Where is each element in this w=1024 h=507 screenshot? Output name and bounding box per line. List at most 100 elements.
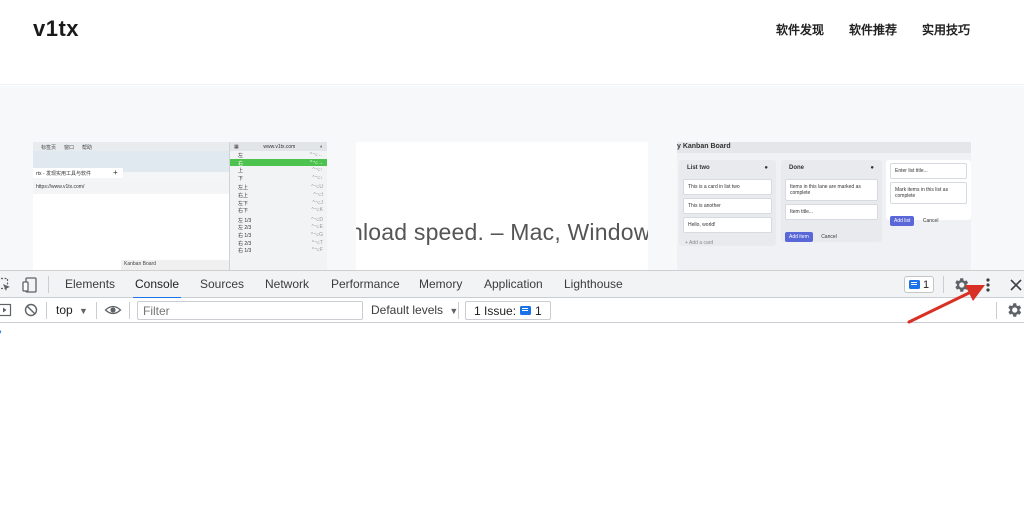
thumb-menu-item-shortcut: ^⌥→ — [309, 159, 323, 166]
nav-link-software-discovery[interactable]: 软件发现 — [776, 21, 824, 38]
kanban-lane: Done ● Items in this lane are marked as c… — [781, 160, 882, 242]
tab-lighthouse[interactable]: Lighthouse — [564, 271, 623, 298]
article-thumbnail-2[interactable]: nload speed. – Mac, Window — [356, 142, 648, 270]
issues-count: 1 — [535, 303, 542, 318]
thumb-menu-item: 左上 ^⌥U — [230, 183, 327, 191]
thumb-menu-item-shortcut: ^⌥G — [311, 231, 323, 238]
thumb-menu-item: 右上 ^⌥I — [230, 191, 327, 199]
thumb-tab: rtx - 发现实用工具与软件 — [33, 168, 123, 178]
thumb-menu-item-shortcut: ^⌥I — [313, 191, 324, 198]
thumb-menu-item: 下 ^⌥↓ — [230, 174, 327, 182]
toolbar-divider — [458, 302, 459, 319]
thumb-menu-item-shortcut: ^⌥F — [311, 247, 323, 254]
thumb-menu-item-label: 左 — [238, 153, 244, 159]
thumb-menu-item-shortcut: ^⌥J — [312, 199, 323, 206]
tab-elements[interactable]: Elements — [65, 271, 115, 298]
thumb-menu-item-shortcut: ^⌥U — [311, 184, 323, 191]
thumb-menu-list: 左 ^⌥← 右 ^⌥→ 上 ^⌥↑ 下 ^⌥↓ 左上 ^⌥U 右上 ^⌥I 左下 ^⌥J 右下 ^⌥K 左 1/… — [230, 151, 327, 254]
toolbar-divider — [48, 276, 49, 293]
thumb-menu-item-shortcut: ^⌥T — [311, 239, 323, 246]
kanban-card: Mark items in this list as complete — [890, 182, 967, 204]
thumb-menu-label: 帮助 — [82, 145, 93, 151]
console-toolbar: top ▼ Default levels ▼ 1 Issue: 1 — [0, 298, 1024, 323]
thumb-kanban-title: y Kanban Board — [677, 143, 731, 150]
close-devtools-icon[interactable] — [1007, 276, 1024, 294]
thumb-menu-url: www.v1tx.com — [263, 144, 296, 150]
nav-link-software-recommend[interactable]: 软件推荐 — [849, 21, 897, 38]
thumb-address-bar: https://www.v1tx.com/ — [33, 182, 229, 192]
lane-title: List two — [687, 165, 710, 171]
thumb-menu-item: 左 1/3 ^⌥D — [230, 216, 327, 224]
thumb-menu-item: 上 ^⌥↑ — [230, 166, 327, 174]
thumb-menu-item: 右下 ^⌥K — [230, 206, 327, 214]
tab-application[interactable]: Application — [484, 271, 543, 298]
kanban-add-list-button: Add list — [890, 216, 915, 226]
kanban-input: Item title... — [785, 204, 878, 220]
kanban-card: Hello, world! — [683, 217, 772, 233]
log-levels-select[interactable]: Default levels ▼ — [371, 303, 458, 317]
annotation-arrow-icon — [907, 285, 985, 324]
context-select-value: top — [56, 303, 73, 317]
toolbar-divider — [129, 302, 130, 319]
message-icon — [520, 306, 532, 315]
tab-console[interactable]: Console — [132, 271, 182, 299]
thumb-menu-grid-icon: ▦ — [234, 144, 239, 150]
thumb-menu-item-shortcut: ^⌥↓ — [312, 174, 323, 181]
tab-performance[interactable]: Performance — [331, 271, 400, 298]
log-levels-value: Default levels — [371, 303, 444, 317]
thumb-menu-item-label: 右下 — [238, 208, 249, 215]
thumb-menu-item: 左 ^⌥← — [230, 151, 327, 159]
thumb-menu-item: 左下 ^⌥J — [230, 199, 327, 207]
thumb-menu-item-shortcut: ^⌥E — [311, 224, 323, 231]
tab-network[interactable]: Network — [265, 271, 309, 298]
thumb-menu-item-shortcut: ^⌥↑ — [312, 167, 323, 174]
issues-counter-button[interactable]: 1 Issue: 1 — [465, 301, 551, 320]
dropdown-arrow-icon: ▼ — [449, 306, 459, 316]
kanban-add-item-button: Add item — [785, 232, 813, 242]
thumb-menu-item-label: 左 2/3 — [238, 225, 252, 232]
thumb-menu-item: 右 ^⌥→ — [230, 158, 327, 167]
thumb-menu-item-label: 左上 — [238, 185, 249, 192]
thumb-menu-item: 右 2/3 ^⌥T — [230, 239, 327, 247]
article-thumbnail-1[interactable]: 标签页 窗口 帮助 rtx - 发现实用工具与软件 + https://www.… — [33, 142, 327, 270]
screen: v1tx 软件发现 软件推荐 实用技巧 标签页 窗口 帮助 rtx - 发现实用… — [0, 0, 1024, 507]
lane-menu-icon: ● — [870, 165, 874, 171]
thumb-menu-item-label: 右 2/3 — [238, 240, 252, 247]
devtools-panel: Elements Console Sources Network Perform… — [0, 270, 1024, 507]
thumb-inner-label: Kanban Board — [121, 260, 229, 270]
site-header: v1tx 软件发现 软件推荐 实用技巧 — [0, 0, 1024, 85]
thumb-menu-item-label: 下 — [238, 175, 244, 182]
toolbar-divider — [996, 302, 997, 319]
article-thumbnail-3[interactable]: y Kanban Board List two ● This is a card … — [677, 142, 971, 270]
console-settings-gear-icon[interactable] — [1005, 301, 1023, 319]
show-sidebar-icon[interactable] — [0, 302, 13, 318]
thumb-menu-item-label: 右 — [238, 160, 244, 167]
site-nav: 软件发现 软件推荐 实用技巧 — [776, 21, 970, 38]
site-logo[interactable]: v1tx — [33, 16, 79, 42]
device-toolbar-icon[interactable] — [21, 276, 39, 294]
live-expression-eye-icon[interactable] — [104, 302, 122, 318]
kanban-add-card: + Add a card — [685, 240, 714, 246]
context-select[interactable]: top ▼ — [56, 303, 88, 317]
thumb-plus-icon: + — [113, 168, 118, 177]
thumb-menu-toggle-icon: ◐ — [319, 144, 323, 150]
thumb-menu-item-label: 右 1/3 — [238, 248, 252, 255]
console-filter-input[interactable] — [137, 301, 363, 320]
thumb-page — [33, 194, 229, 270]
inspect-element-icon[interactable] — [0, 277, 12, 293]
lane-title: Done — [789, 165, 804, 171]
thumb-menu-item-label: 左 1/3 — [238, 217, 252, 224]
console-prompt: › — [0, 326, 2, 338]
thumb-menu-item: 右 1/3 ^⌥F — [230, 246, 327, 254]
thumb-headline: nload speed. – Mac, Window — [356, 219, 648, 245]
console-output[interactable]: › — [0, 323, 1024, 507]
tab-memory[interactable]: Memory — [419, 271, 462, 298]
tab-sources[interactable]: Sources — [200, 271, 244, 298]
kanban-input: Enter list title... — [890, 163, 967, 179]
issues-label: 1 Issue: — [474, 303, 517, 318]
kanban-cancel: Cancel — [922, 218, 939, 224]
nav-link-tips[interactable]: 实用技巧 — [922, 21, 970, 38]
kanban-card: This is a card in list two — [683, 179, 772, 195]
clear-console-icon[interactable] — [23, 302, 39, 318]
kanban-card: Items in this lane are marked as complet… — [785, 179, 878, 201]
